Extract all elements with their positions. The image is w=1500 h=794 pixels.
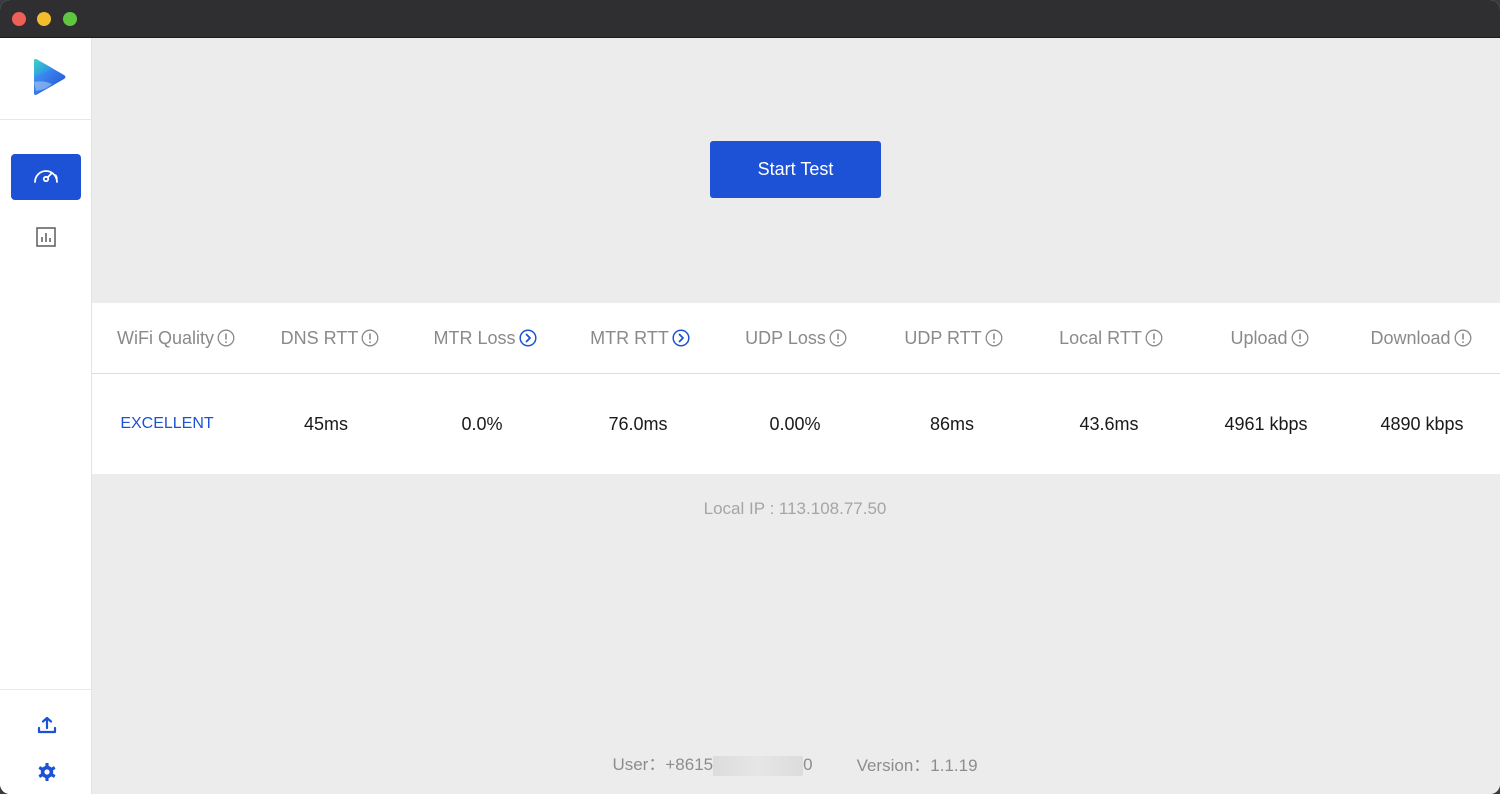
local-ip-text: Local IP : 113.108.77.50 xyxy=(703,499,887,518)
info-icon[interactable] xyxy=(361,329,379,347)
dns-rtt-value: 45ms xyxy=(252,375,400,473)
info-icon[interactable] xyxy=(829,329,847,347)
cell-value: 0.00% xyxy=(769,413,821,434)
settings-button[interactable] xyxy=(36,762,58,787)
upload-button[interactable] xyxy=(36,716,58,738)
col-header-mtr-loss: MTR Loss xyxy=(400,303,570,373)
close-window-button[interactable] xyxy=(12,12,26,26)
wifi-quality-value: EXCELLENT xyxy=(92,375,242,473)
info-icon[interactable] xyxy=(1454,329,1472,347)
info-icon[interactable] xyxy=(217,329,235,347)
column-label: MTR Loss xyxy=(433,327,516,348)
redacted-phone-mask xyxy=(713,755,804,776)
results-table: WiFi Quality DNS RTT MTR Loss MTR RTT UD… xyxy=(92,303,1500,474)
column-label: Upload xyxy=(1230,327,1288,348)
upload-value: 4961 kbps xyxy=(1192,375,1340,473)
cell-value: 86ms xyxy=(929,413,974,434)
speedometer-icon xyxy=(32,164,60,191)
info-icon[interactable] xyxy=(985,329,1003,347)
footer: User：+8615 0 Version：1.1.19 xyxy=(92,750,1498,776)
user-phone-suffix: 0 xyxy=(803,755,813,775)
col-header-udp-rtt: UDP RTT xyxy=(882,303,1025,373)
local-rtt-value: 43.6ms xyxy=(1026,375,1192,473)
cell-value: 4961 kbps xyxy=(1224,413,1308,434)
sidebar-divider xyxy=(0,119,92,120)
col-header-dns-rtt: DNS RTT xyxy=(260,303,400,373)
col-header-wifi-quality: WiFi Quality xyxy=(92,303,260,373)
chevron-right-circle-icon[interactable] xyxy=(672,329,690,347)
udp-loss-value: 0.00% xyxy=(712,375,878,473)
user-phone-prefix: +8615 xyxy=(665,755,714,775)
column-label: WiFi Quality xyxy=(116,327,214,348)
gear-icon xyxy=(37,762,57,787)
sidebar-divider xyxy=(0,689,92,690)
cell-value: 4890 kbps xyxy=(1380,413,1464,434)
main-panel: Start Test WiFi Quality DNS RTT MTR Loss xyxy=(92,38,1500,794)
download-value: 4890 kbps xyxy=(1340,375,1500,473)
col-header-mtr-rtt: MTR RTT xyxy=(570,303,710,373)
app-window: Start Test WiFi Quality DNS RTT MTR Loss xyxy=(0,0,1500,794)
chevron-right-circle-icon[interactable] xyxy=(518,329,537,347)
col-header-upload: Upload xyxy=(1197,303,1342,373)
app-logo xyxy=(28,58,68,98)
version-info: Version：1.1.19 xyxy=(857,751,978,776)
user-label: User： xyxy=(612,755,666,775)
cell-value: 45ms xyxy=(303,413,348,434)
col-header-local-rtt: Local RTT xyxy=(1025,303,1197,373)
cell-value: 43.6ms xyxy=(1079,413,1139,434)
column-label: Local RTT xyxy=(1059,327,1142,348)
user-info: User：+8615 0 xyxy=(612,750,813,776)
column-label: UDP Loss xyxy=(745,327,826,348)
start-test-button[interactable]: Start Test xyxy=(710,141,881,198)
table-row: EXCELLENT 45ms 0.0% 76.0ms 0.00% 86ms 43… xyxy=(92,375,1500,473)
bar-chart-icon xyxy=(35,226,57,253)
title-bar xyxy=(0,0,1500,38)
sidebar xyxy=(0,38,92,794)
upload-icon xyxy=(37,715,57,740)
mtr-loss-value: 0.0% xyxy=(400,375,564,473)
udp-rtt-value: 86ms xyxy=(878,375,1026,473)
sidebar-item-statistics[interactable] xyxy=(11,216,81,262)
mtr-rtt-value: 76.0ms xyxy=(564,375,712,473)
column-label: UDP RTT xyxy=(904,327,982,348)
info-icon[interactable] xyxy=(1291,329,1309,347)
col-header-udp-loss: UDP Loss xyxy=(710,303,882,373)
results-header: WiFi Quality DNS RTT MTR Loss MTR RTT UD… xyxy=(92,303,1500,374)
minimize-window-button[interactable] xyxy=(37,12,51,26)
column-label: Download xyxy=(1370,327,1451,348)
sidebar-item-speed-test[interactable] xyxy=(11,154,81,200)
cell-value: 0.0% xyxy=(461,413,503,434)
col-header-download: Download xyxy=(1342,303,1500,373)
column-label: MTR RTT xyxy=(590,327,669,348)
version-value: 1.1.19 xyxy=(930,755,978,775)
version-label: Version： xyxy=(856,755,931,775)
column-label: DNS RTT xyxy=(280,327,359,348)
info-icon[interactable] xyxy=(1145,329,1163,347)
cell-value: 76.0ms xyxy=(608,413,668,434)
maximize-window-button[interactable] xyxy=(63,12,77,26)
cell-value: EXCELLENT xyxy=(120,415,214,432)
